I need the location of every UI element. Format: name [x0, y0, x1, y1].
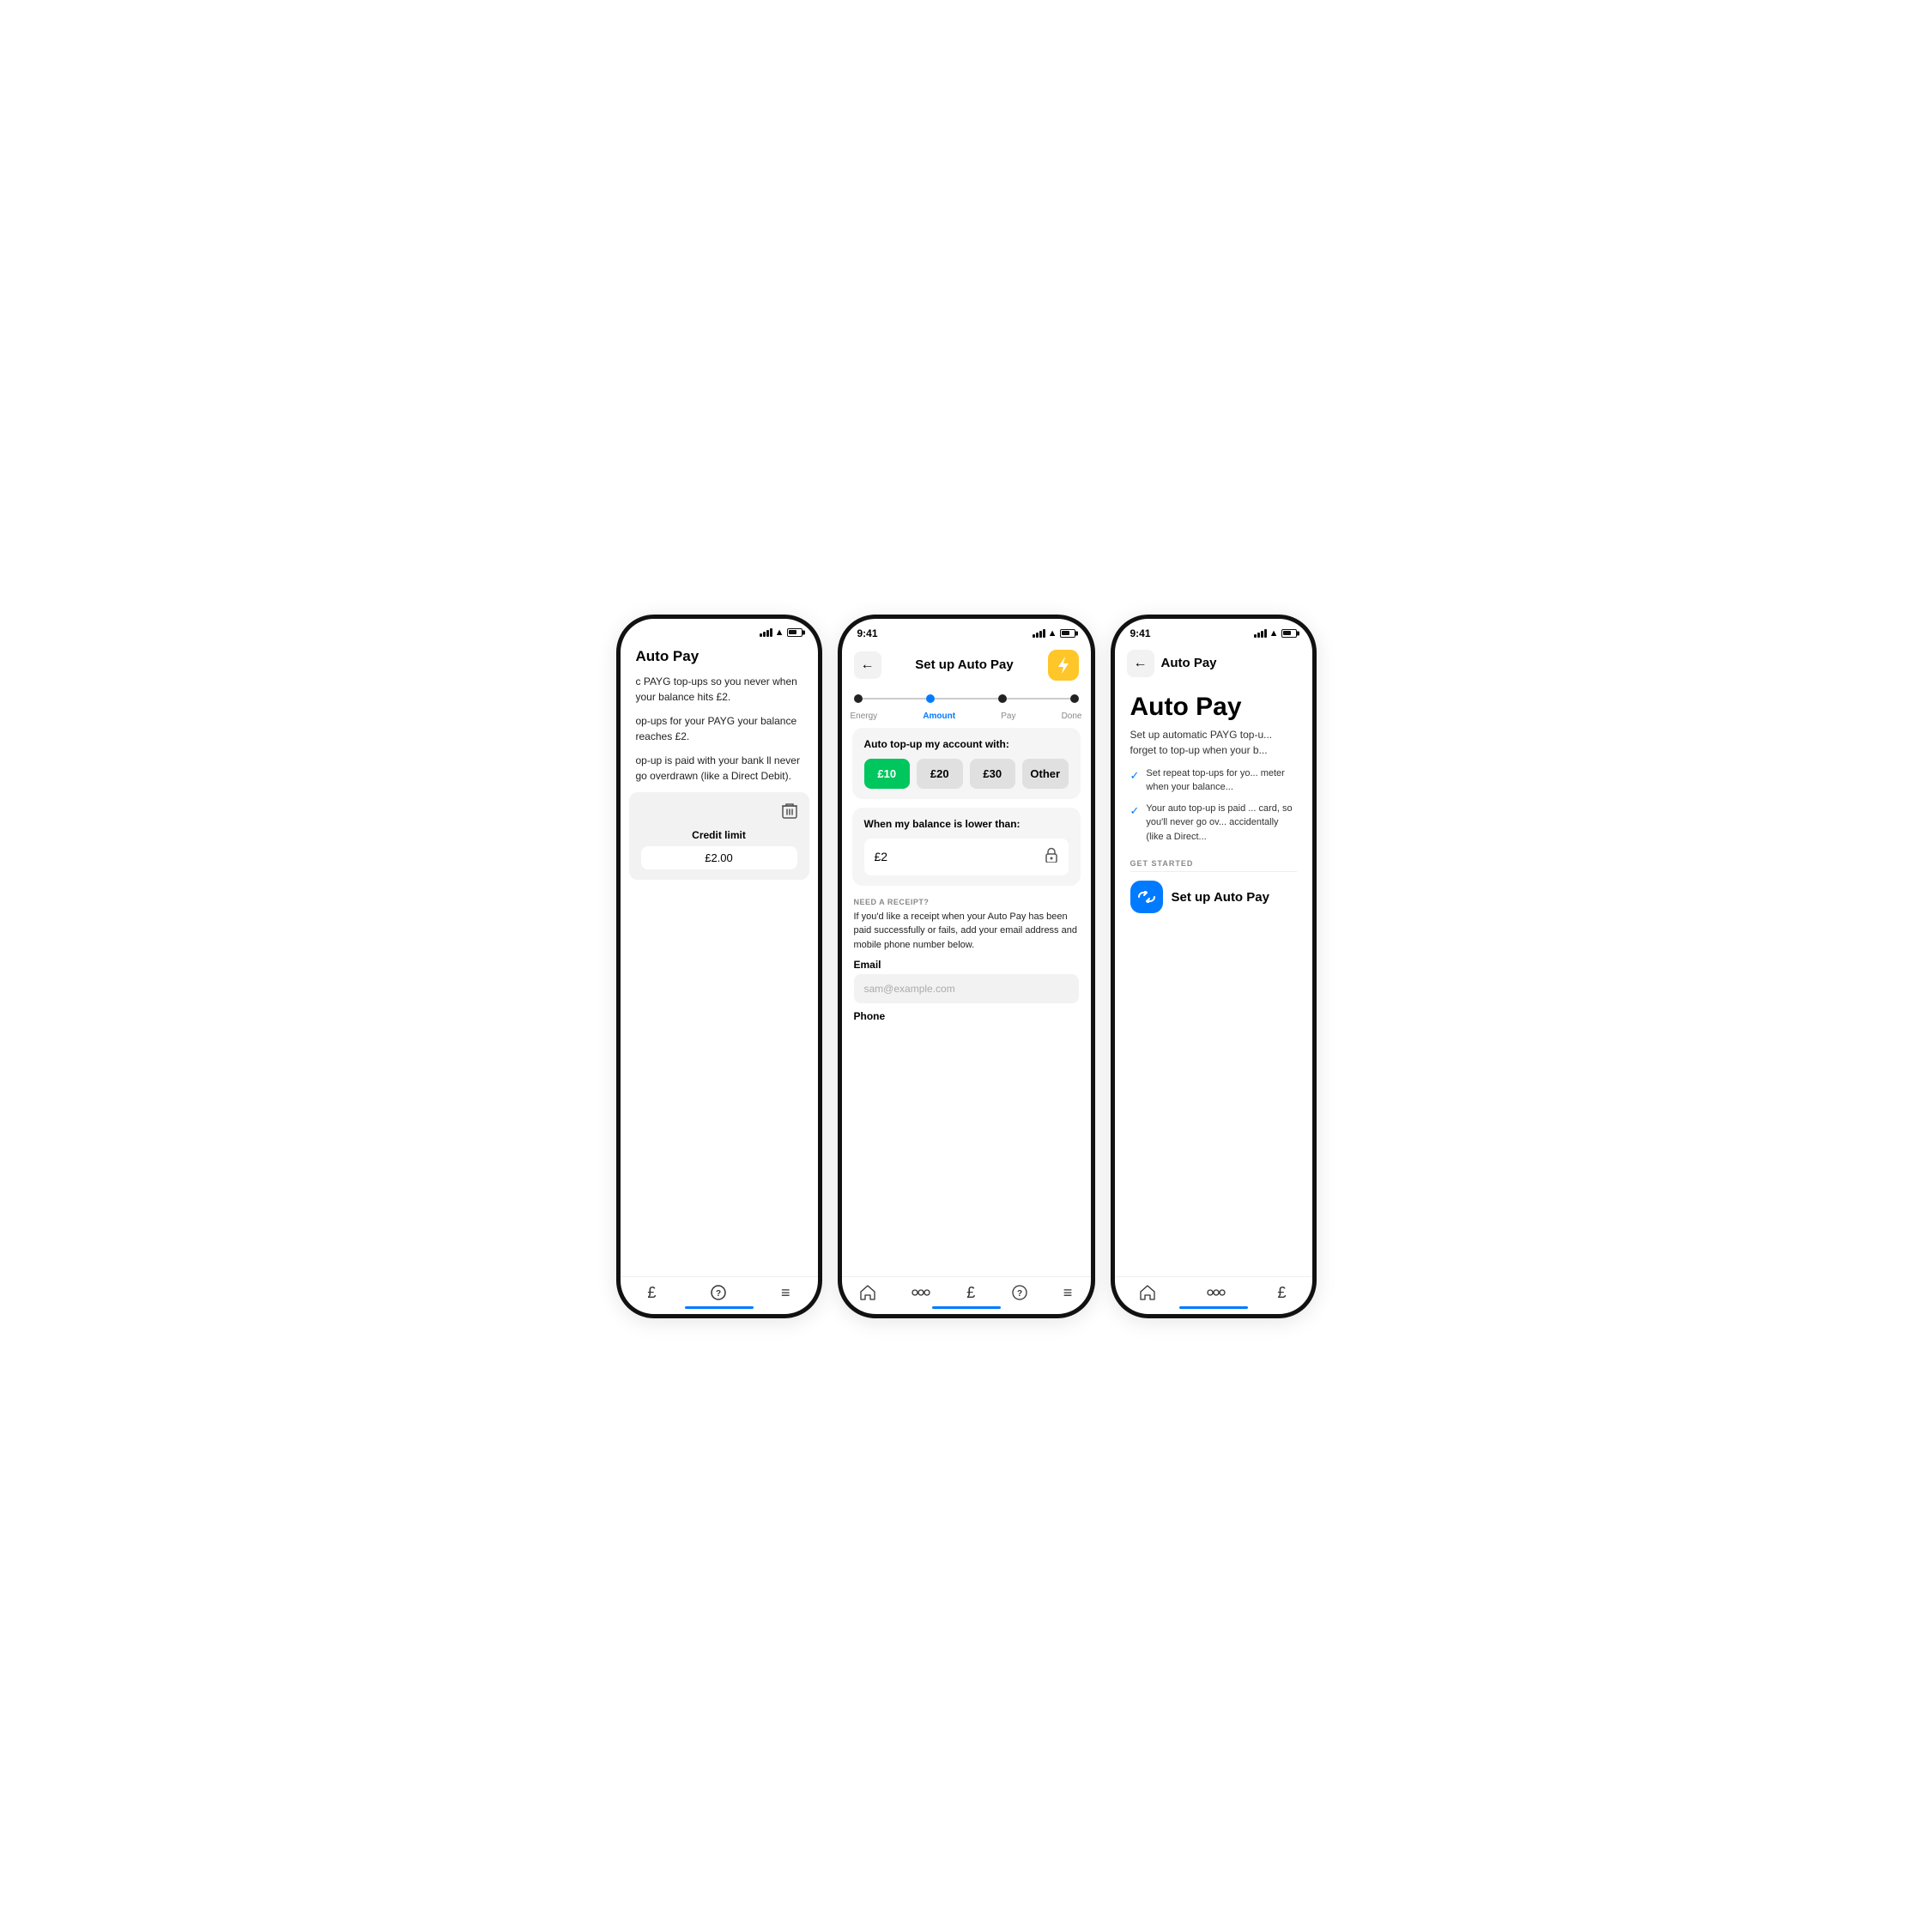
trash-icon[interactable] — [782, 802, 797, 824]
right-time: 9:41 — [1130, 627, 1151, 639]
amount-options: £10 £20 £30 Other — [864, 759, 1069, 789]
scene: ▲ Auto Pay c PAYG top-ups so you never w… — [580, 580, 1353, 1353]
right-status-bar: 9:41 ▲ — [1115, 619, 1312, 643]
step-dot-done — [1070, 694, 1079, 703]
topup-card: Auto top-up my account with: £10 £20 £30… — [852, 728, 1081, 799]
nav-menu-icon[interactable]: ≡ — [781, 1284, 790, 1302]
step-line-3 — [1007, 698, 1070, 700]
center-nav-activity-icon[interactable] — [911, 1287, 930, 1299]
topup-card-title: Auto top-up my account with: — [864, 738, 1069, 750]
credit-card: Credit limit £2.00 — [629, 792, 809, 880]
left-phone: ▲ Auto Pay c PAYG top-ups so you never w… — [616, 615, 822, 1318]
step-dot-amount — [926, 694, 935, 703]
autopay-big-title: Auto Pay — [1115, 684, 1312, 727]
right-signal-icon — [1254, 629, 1267, 638]
right-header-title: Auto Pay — [1161, 656, 1217, 670]
left-status-bar: ▲ — [621, 619, 818, 641]
step-dot-energy — [854, 694, 863, 703]
step-label-amount: Amount — [923, 712, 955, 721]
step-dot-pay — [998, 694, 1007, 703]
check-mark-1: ✓ — [1130, 767, 1140, 784]
center-battery-icon — [1060, 629, 1075, 638]
setup-btn-label: Set up Auto Pay — [1172, 890, 1269, 905]
checklist: ✓ Set repeat top-ups for yo... meter whe… — [1115, 766, 1312, 860]
center-nav-menu-icon[interactable]: ≡ — [1063, 1284, 1073, 1302]
email-field-label: Email — [854, 959, 1079, 971]
svg-text:?: ? — [716, 1289, 721, 1299]
receipt-label: NEED A RECEIPT? — [854, 898, 1079, 906]
back-button[interactable]: ← — [854, 651, 881, 679]
divider — [1130, 871, 1297, 872]
phone-field-label: Phone — [854, 1010, 1079, 1022]
center-time: 9:41 — [857, 627, 878, 639]
center-header-title: Set up Auto Pay — [915, 657, 1013, 672]
nav-help-icon[interactable]: ? — [711, 1285, 726, 1300]
right-nav-activity-icon[interactable] — [1207, 1287, 1226, 1299]
left-body: c PAYG top-ups so you never when your ba… — [621, 674, 818, 784]
lock-icon — [1045, 847, 1058, 867]
center-signal-icon — [1033, 629, 1045, 638]
balance-card: When my balance is lower than: £2 — [852, 808, 1081, 886]
progress-steps — [842, 687, 1091, 712]
setup-btn-row[interactable]: Set up Auto Pay — [1115, 881, 1312, 913]
credit-limit-value: £2.00 — [641, 846, 797, 869]
step-label-energy: Energy — [851, 712, 878, 721]
right-bottom-nav: £ — [1115, 1276, 1312, 1314]
check-mark-2: ✓ — [1130, 802, 1140, 820]
wifi-icon: ▲ — [775, 627, 784, 638]
center-nav-pounds-icon[interactable]: £ — [966, 1284, 975, 1302]
nav-pounds-icon[interactable]: £ — [647, 1284, 656, 1302]
left-page-title: Auto Pay — [621, 641, 818, 674]
left-body-text-2: op-ups for your PAYG your balance reache… — [636, 713, 802, 744]
left-body-text-1: c PAYG top-ups so you never when your ba… — [636, 674, 802, 705]
autopay-description: Set up automatic PAYG top-u... forget to… — [1115, 727, 1312, 766]
center-phone: 9:41 ▲ ← Set up Auto Pay — [838, 615, 1095, 1318]
lightning-button[interactable] — [1048, 650, 1079, 681]
loop-button[interactable] — [1130, 881, 1163, 913]
left-body-text-3: op-up is paid with your bank ll never go… — [636, 753, 802, 784]
right-battery-icon — [1281, 629, 1297, 638]
left-content: Auto Pay c PAYG top-ups so you never whe… — [621, 641, 818, 1276]
svg-text:?: ? — [1016, 1289, 1021, 1299]
check-text-1: Set repeat top-ups for yo... meter when … — [1146, 766, 1296, 795]
right-nav-home-icon[interactable] — [1140, 1285, 1155, 1300]
step-line-1 — [863, 698, 926, 700]
right-nav-header: ← Auto Pay — [1115, 643, 1312, 684]
credit-limit-label: Credit limit — [641, 829, 797, 841]
battery-icon — [787, 628, 802, 637]
get-started-label: GET STARTED — [1115, 859, 1312, 871]
right-back-button[interactable]: ← — [1127, 650, 1154, 677]
center-nav-help-icon[interactable]: ? — [1012, 1285, 1027, 1300]
center-status-bar: 9:41 ▲ — [842, 619, 1091, 643]
balance-value: £2 — [875, 850, 888, 863]
center-wifi-icon: ▲ — [1048, 628, 1057, 639]
check-item-1: ✓ Set repeat top-ups for yo... meter whe… — [1130, 766, 1297, 795]
receipt-section: NEED A RECEIPT? If you'd like a receipt … — [842, 894, 1091, 1027]
center-bottom-nav: £ ? ≡ — [842, 1276, 1091, 1314]
right-content: Auto Pay Set up automatic PAYG top-u... … — [1115, 684, 1312, 1276]
steps-labels: Energy Amount Pay Done — [842, 712, 1091, 728]
amount-10-button[interactable]: £10 — [864, 759, 911, 789]
step-line-2 — [935, 698, 998, 700]
right-nav-pounds-icon[interactable]: £ — [1277, 1284, 1286, 1302]
step-label-done: Done — [1062, 712, 1082, 721]
center-nav-home-icon[interactable] — [860, 1285, 875, 1300]
amount-other-button[interactable]: Other — [1022, 759, 1069, 789]
balance-card-title: When my balance is lower than: — [864, 818, 1069, 830]
email-field-placeholder[interactable]: sam@example.com — [854, 974, 1079, 1003]
amount-20-button[interactable]: £20 — [917, 759, 963, 789]
center-nav-header: ← Set up Auto Pay — [842, 643, 1091, 687]
left-bottom-nav: £ ? ≡ — [621, 1276, 818, 1314]
receipt-description: If you'd like a receipt when your Auto P… — [854, 910, 1079, 953]
balance-input-row: £2 — [864, 839, 1069, 875]
right-phone: 9:41 ▲ ← Auto Pay Auto Pay Set up automa… — [1111, 615, 1317, 1318]
check-item-2: ✓ Your auto top-up is paid ... card, so … — [1130, 802, 1297, 845]
check-text-2: Your auto top-up is paid ... card, so yo… — [1146, 802, 1296, 845]
right-wifi-icon: ▲ — [1269, 628, 1279, 639]
step-label-pay: Pay — [1001, 712, 1015, 721]
amount-30-button[interactable]: £30 — [970, 759, 1016, 789]
